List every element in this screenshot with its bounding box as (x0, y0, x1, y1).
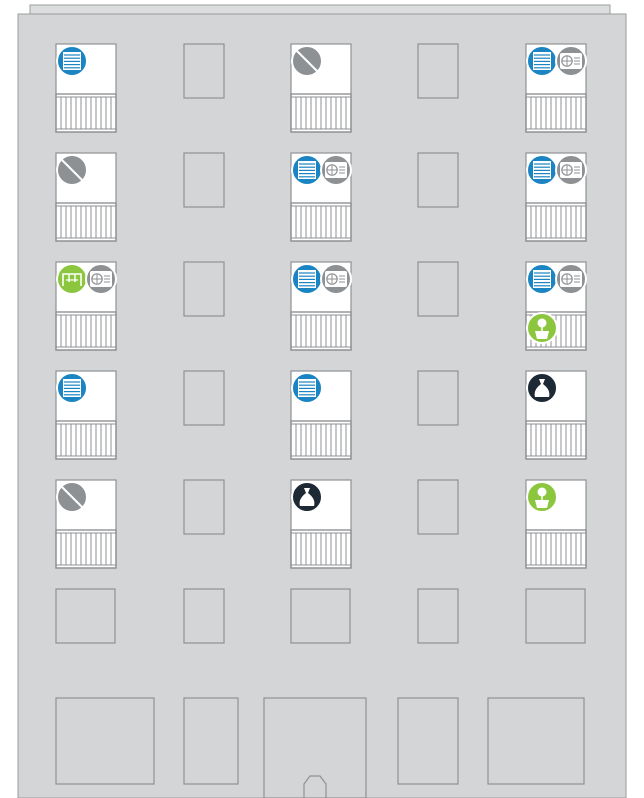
no-entry-icon (56, 154, 88, 186)
ac-unit-icon (320, 154, 352, 186)
no-entry-icon (291, 45, 323, 77)
plant-pot (535, 500, 549, 508)
ac-unit-icon (555, 263, 587, 295)
blinds-icon (56, 45, 88, 77)
bag-icon (526, 372, 558, 404)
blinds-icon (526, 263, 558, 295)
ac-unit-icon (85, 263, 117, 295)
icon-disc (56, 263, 88, 295)
blinds-icon (291, 263, 323, 295)
plant-pot-icon (526, 481, 558, 513)
clothes-rack-icon (56, 263, 88, 295)
blinds-icon (291, 154, 323, 186)
ac-unit-icon (555, 154, 587, 186)
ac-unit-icon (555, 45, 587, 77)
blinds-icon (526, 45, 558, 77)
plant-flower (537, 487, 547, 497)
blinds-icon (526, 154, 558, 186)
ac-unit-icon (320, 263, 352, 295)
no-entry-icon (56, 481, 88, 513)
blinds-icon (56, 372, 88, 404)
blinds-icon (291, 372, 323, 404)
bag-icon (291, 481, 323, 513)
building-facade-diagram (17, 4, 627, 798)
plant-pot (535, 331, 549, 339)
plant-flower (537, 318, 547, 328)
plant-pot-icon (526, 312, 558, 344)
